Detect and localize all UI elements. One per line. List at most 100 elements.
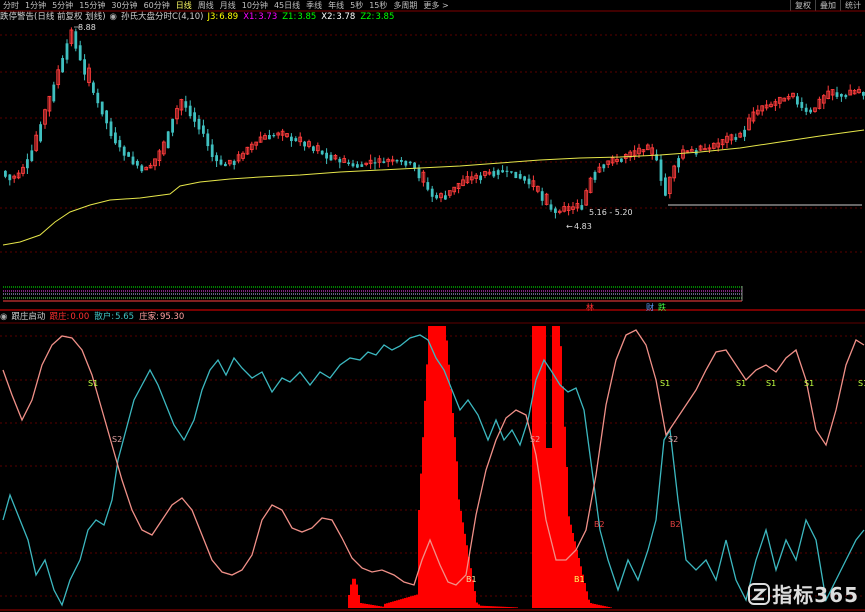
histogram-bar xyxy=(460,510,462,608)
candle-down xyxy=(39,124,42,142)
settings-icon[interactable]: ◉ xyxy=(0,311,7,323)
histogram-bar xyxy=(592,603,594,608)
histogram-bar xyxy=(416,594,418,608)
high-price-label: 8.88 xyxy=(78,23,96,32)
candle-down xyxy=(30,150,34,161)
range-label: 5.16 - 5.20 xyxy=(589,208,633,217)
candle-down xyxy=(347,162,350,164)
candle-down xyxy=(417,167,421,179)
histogram-bar xyxy=(436,326,438,608)
candle-down xyxy=(743,129,746,137)
candle-down xyxy=(862,92,865,96)
candle-down xyxy=(171,118,174,133)
histogram-bar xyxy=(398,599,400,608)
candle-down xyxy=(620,158,623,162)
candle-down xyxy=(290,136,293,142)
candle-down xyxy=(105,110,108,124)
histogram-bar xyxy=(494,606,496,608)
low-price-label: 4.83 xyxy=(574,222,592,231)
histogram-bar xyxy=(590,603,592,608)
histogram-bar xyxy=(450,388,452,608)
signal-label-mid: 财 xyxy=(646,302,654,312)
histogram-bar xyxy=(500,606,502,608)
candle-down xyxy=(329,154,333,161)
histogram-bar xyxy=(366,604,368,608)
histogram-bar xyxy=(362,603,364,608)
candle-down xyxy=(844,94,848,98)
candle-down xyxy=(114,132,117,144)
histogram-bar xyxy=(386,603,388,608)
histogram-bar xyxy=(556,326,558,608)
histogram-bar xyxy=(394,600,396,608)
candle-down xyxy=(210,144,214,157)
chart-canvas[interactable]: 8.88 ← 4.83 5.16 - 5.20 林 财跌 S1 S2 B1 S2 B1 B2 S1 S2 B… xyxy=(0,0,865,612)
value-label: 跟庄: xyxy=(49,312,70,322)
candle-down xyxy=(219,159,223,165)
value-label: 散户: xyxy=(94,312,115,322)
candle-down xyxy=(518,174,522,179)
value-number: 95.30 xyxy=(159,312,185,322)
candle-down xyxy=(580,205,584,210)
histogram-bar xyxy=(480,605,482,608)
candle-down xyxy=(664,177,667,196)
histogram-bar xyxy=(426,364,428,608)
signal-label-left: 林 xyxy=(586,302,594,312)
histogram-bar xyxy=(412,595,414,608)
histogram-bar xyxy=(564,426,566,608)
candle-down xyxy=(435,195,438,199)
histogram-bar xyxy=(358,594,360,608)
candle-down xyxy=(52,84,56,102)
histogram-bar xyxy=(454,437,456,608)
candle-down xyxy=(294,138,298,142)
candle-down xyxy=(400,160,403,162)
candle-down xyxy=(140,165,144,172)
histogram-bar xyxy=(368,604,370,608)
signal-marker: B1 xyxy=(466,575,477,584)
histogram-bar xyxy=(432,326,434,608)
candle-down xyxy=(312,146,315,151)
candle-down xyxy=(602,164,606,169)
histogram-bar xyxy=(430,326,432,608)
candle-down xyxy=(554,208,557,213)
histogram-bar xyxy=(542,326,544,608)
bottom-indicator-name[interactable]: 跟庄启动 xyxy=(11,311,45,323)
histogram-bar xyxy=(490,606,492,608)
histogram-bar xyxy=(488,606,490,608)
candle-down xyxy=(514,171,518,179)
histogram-bar xyxy=(600,605,602,608)
candle-down xyxy=(193,112,196,122)
histogram-bar xyxy=(456,488,458,608)
histogram-bar xyxy=(508,607,510,608)
histogram-bar xyxy=(562,386,564,608)
histogram-bar xyxy=(606,606,608,608)
signal-marker: S1 xyxy=(88,379,98,388)
candle-down xyxy=(8,174,12,181)
histogram-bar xyxy=(486,605,488,608)
signal-marker: S1 xyxy=(660,379,670,388)
candle-down xyxy=(549,204,553,210)
histogram-bar xyxy=(462,522,464,608)
histogram-bar xyxy=(364,603,366,608)
signal-marker: S1 xyxy=(766,379,776,388)
signal-marker: S1 xyxy=(736,379,746,388)
histogram-bar xyxy=(406,597,408,608)
candle-down xyxy=(224,163,227,167)
histogram-bar xyxy=(602,605,604,608)
low-arrow-icon: ← xyxy=(566,222,573,231)
candle-down xyxy=(136,161,139,166)
candle-down xyxy=(127,152,130,157)
candle-down xyxy=(303,141,306,147)
histogram-bar xyxy=(504,606,506,608)
signal-label-right: 跌 xyxy=(658,302,666,312)
histogram-bar xyxy=(474,591,476,608)
histogram-bar xyxy=(482,605,484,608)
histogram-bar xyxy=(380,606,382,608)
histogram-bar xyxy=(510,607,512,608)
histogram-bar xyxy=(356,584,358,608)
candle-down xyxy=(166,131,170,149)
histogram-bar xyxy=(350,584,352,608)
histogram-bar xyxy=(422,437,424,608)
histogram-bar xyxy=(378,606,380,608)
candle-down xyxy=(804,107,808,112)
histogram-bar xyxy=(586,591,588,608)
